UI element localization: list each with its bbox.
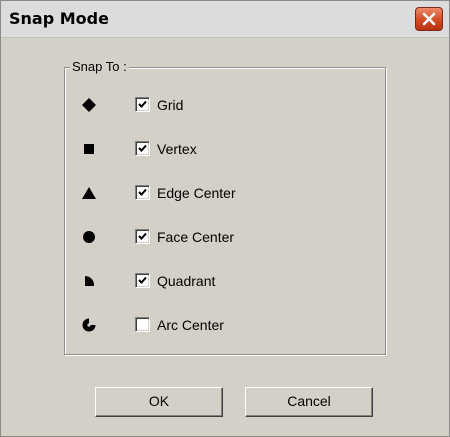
checkmark-icon <box>138 100 147 108</box>
snap-to-group: Snap To : Grid Vertex Edge Center Face C… <box>64 59 386 355</box>
square-icon <box>84 144 94 154</box>
triangle-icon <box>82 187 96 199</box>
checkmark-icon <box>138 232 147 240</box>
dialog-body: Snap To : Grid Vertex Edge Center Face C… <box>7 41 443 430</box>
close-button[interactable] <box>415 7 443 31</box>
vertex-label: Vertex <box>157 141 197 157</box>
quadrant-checkbox[interactable] <box>135 273 150 288</box>
diamond-icon <box>82 98 96 112</box>
group-label: Snap To : <box>70 59 129 74</box>
option-row-face-center: Face Center <box>65 226 385 248</box>
face-center-label: Face Center <box>157 229 235 245</box>
option-row-arc-center: Arc Center <box>65 314 385 336</box>
option-row-edge-center: Edge Center <box>65 182 385 204</box>
option-row-grid: Grid <box>65 94 385 116</box>
checkmark-icon <box>138 188 147 196</box>
vertex-checkbox[interactable] <box>135 141 150 156</box>
checkmark-icon <box>138 144 147 152</box>
edge-center-checkbox[interactable] <box>135 185 150 200</box>
dialog-title: Snap Mode <box>9 9 109 28</box>
arc-center-icon <box>82 318 96 332</box>
arc-center-label: Arc Center <box>157 317 224 333</box>
circle-icon <box>83 231 95 243</box>
checkmark-icon <box>138 276 147 284</box>
arc-center-checkbox[interactable] <box>135 317 150 332</box>
grid-label: Grid <box>157 97 184 113</box>
title-bar[interactable]: Snap Mode <box>1 1 449 38</box>
option-row-vertex: Vertex <box>65 138 385 160</box>
cancel-button[interactable]: Cancel <box>245 387 373 417</box>
snap-mode-dialog: Snap Mode Snap To : Grid Vertex Edge Cen… <box>0 0 450 437</box>
face-center-checkbox[interactable] <box>135 229 150 244</box>
quadrant-label: Quadrant <box>157 273 216 289</box>
ok-button[interactable]: OK <box>95 387 223 417</box>
option-row-quadrant: Quadrant <box>65 270 385 292</box>
grid-checkbox[interactable] <box>135 97 150 112</box>
quadrant-icon <box>85 275 95 286</box>
close-x-icon <box>422 12 436 26</box>
edge-center-label: Edge Center <box>157 185 236 201</box>
